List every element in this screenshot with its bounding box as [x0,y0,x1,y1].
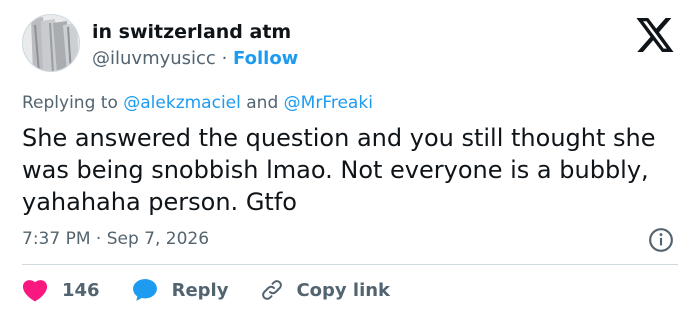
copy-link-label: Copy link [296,279,391,301]
handle-separator: · [221,48,228,69]
mention-link-2[interactable]: @MrFreaki [284,93,373,113]
x-logo-icon[interactable] [636,18,674,52]
info-icon[interactable] [648,227,674,253]
reply-label: Reply [171,279,229,301]
speech-bubble-icon [132,279,157,301]
tweet-date[interactable]: Sep 7, 2026 [107,229,209,249]
follow-button[interactable]: Follow [233,48,298,69]
reply-button[interactable]: Reply [132,278,229,302]
avatar[interactable] [22,14,80,72]
timestamp-separator: · [95,229,102,249]
tweet-timestamp[interactable]: 7:37 PM · Sep 7, 2026 [22,228,209,250]
like-button[interactable]: 146 [22,278,100,302]
copy-link-button[interactable]: Copy link [260,278,390,302]
tweet-time[interactable]: 7:37 PM [22,229,91,249]
mention-link-1[interactable]: @alekzmaciel [123,93,241,113]
heart-icon [22,280,48,302]
tweet-text: She answered the question and you still … [22,124,656,216]
avatar-image [23,15,79,71]
reply-joiner: and [246,93,279,113]
like-count: 146 [62,279,100,301]
reply-prefix: Replying to [22,93,118,113]
author-display-name[interactable]: in switzerland atm [92,20,291,44]
tweet-actions: 146 Reply Copy link [22,276,422,304]
author-handle[interactable]: @iluvmyusicc [92,48,216,69]
reply-context: Replying to @alekzmaciel and @MrFreaki [22,92,373,114]
divider [22,264,678,265]
link-icon [262,280,283,300]
author-handle-row: @iluvmyusicc · Follow [92,47,298,71]
